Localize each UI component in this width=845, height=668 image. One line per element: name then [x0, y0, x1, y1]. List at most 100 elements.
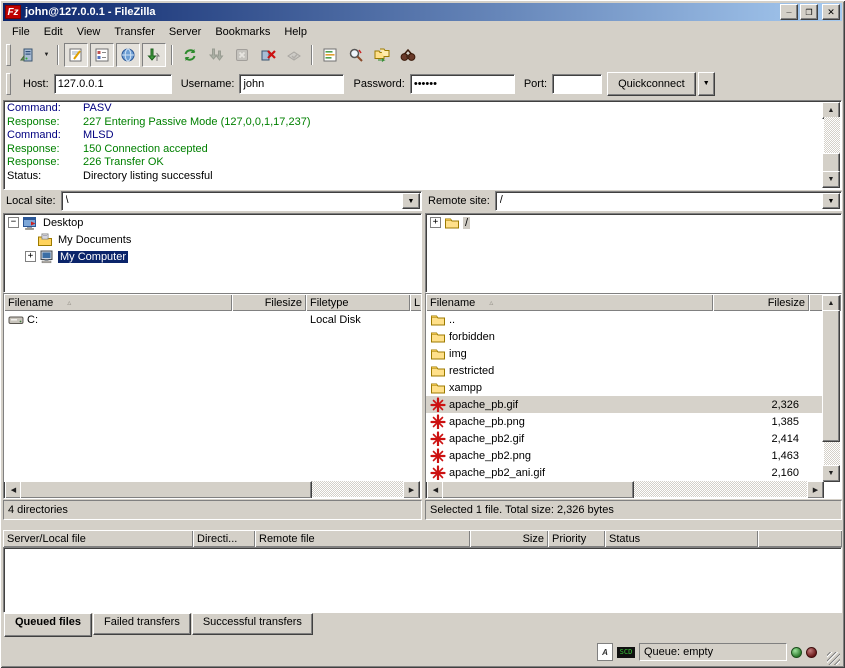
- transfer-type-icon[interactable]: A: [597, 643, 613, 661]
- remote-hscrollbar[interactable]: [427, 481, 824, 497]
- search-icon: [348, 47, 364, 63]
- directory-comparison-icon: [322, 47, 338, 63]
- disconnect-button[interactable]: [256, 43, 280, 67]
- table-row[interactable]: forbidden: [426, 328, 825, 345]
- log-line-text: 226 Transfer OK: [83, 156, 164, 170]
- scroll-down-icon[interactable]: [822, 465, 840, 482]
- scroll-right-icon[interactable]: [403, 481, 420, 499]
- table-row[interactable]: apache_pb.png1,385: [426, 413, 825, 430]
- cell-filename: apache_pb.gif: [426, 397, 713, 412]
- local-tree-item[interactable]: My Documents: [4, 231, 421, 248]
- column-header-filesize[interactable]: Filesize: [232, 294, 306, 311]
- menu-server[interactable]: Server: [162, 24, 208, 40]
- quickconnect-dropdown-button[interactable]: [698, 72, 715, 96]
- refresh-button[interactable]: [178, 43, 202, 67]
- menu-bookmarks[interactable]: Bookmarks: [208, 24, 277, 40]
- remote-tree-toggle-button[interactable]: [116, 43, 140, 67]
- remote-list-body: ..forbiddenimgrestrictedxamppapache_pb.g…: [426, 311, 825, 482]
- synchronized-browsing-button[interactable]: [370, 43, 394, 67]
- scroll-thumb[interactable]: [822, 153, 840, 173]
- remote-site-combo[interactable]: /: [495, 191, 842, 211]
- directory-comparison-button[interactable]: [318, 43, 342, 67]
- scroll-thumb[interactable]: [822, 310, 840, 442]
- scroll-down-icon[interactable]: [822, 171, 840, 188]
- table-row[interactable]: xampp: [426, 379, 825, 396]
- column-header-filetype[interactable]: Filetype: [306, 294, 410, 311]
- log-line: Command:PASV: [7, 102, 823, 116]
- port-input[interactable]: [552, 74, 602, 94]
- tab-successful-transfers[interactable]: Successful transfers: [192, 613, 313, 635]
- reconnect-button[interactable]: [282, 43, 306, 67]
- tab-queued-files[interactable]: Queued files: [4, 613, 92, 637]
- table-row[interactable]: ..: [426, 311, 825, 328]
- table-row[interactable]: apache_pb.gif2,326: [426, 396, 825, 413]
- username-input[interactable]: [239, 74, 344, 94]
- menu-help[interactable]: Help: [277, 24, 314, 40]
- title-bar[interactable]: Fz john@127.0.0.1 - FileZilla: [3, 3, 842, 21]
- site-manager-button[interactable]: [15, 43, 39, 67]
- scroll-right-icon[interactable]: [807, 481, 824, 499]
- remote-vscrollbar[interactable]: [824, 295, 840, 482]
- column-header-filename[interactable]: Filename: [4, 294, 232, 311]
- host-input[interactable]: [54, 74, 172, 94]
- remote-pane: Remote site: / +/ FilenameFilesize ..for…: [425, 190, 842, 528]
- table-row[interactable]: C:Local Disk: [4, 311, 421, 328]
- cell-filetype: Local Disk: [306, 314, 410, 326]
- queue-column-status[interactable]: Status: [605, 530, 758, 547]
- table-row[interactable]: apache_pb2.png1,463: [426, 447, 825, 464]
- column-header-filesize[interactable]: Filesize: [713, 294, 809, 311]
- message-log-toggle-icon: [68, 47, 84, 63]
- speed-limit-icon[interactable]: SCD: [617, 647, 635, 658]
- queue-column-directi-[interactable]: Directi...: [193, 530, 255, 547]
- table-row[interactable]: apache_pb2.gif2,414: [426, 430, 825, 447]
- scroll-thumb[interactable]: [442, 481, 634, 499]
- column-header-l[interactable]: L: [410, 294, 422, 311]
- menu-file[interactable]: File: [5, 24, 37, 40]
- menu-view[interactable]: View: [70, 24, 108, 40]
- cell-filename: forbidden: [426, 329, 713, 344]
- window-title: john@127.0.0.1 - FileZilla: [25, 6, 778, 18]
- log-line: Response:150 Connection accepted: [7, 143, 823, 157]
- queue-toggle-button[interactable]: [142, 43, 166, 67]
- tab-failed-transfers[interactable]: Failed transfers: [93, 613, 191, 635]
- menu-transfer[interactable]: Transfer: [107, 24, 162, 40]
- chevron-down-icon[interactable]: [402, 193, 420, 209]
- column-header-filename[interactable]: Filename: [426, 294, 713, 311]
- queue-status-field: Queue: empty: [639, 643, 787, 661]
- scroll-thumb[interactable]: [20, 481, 312, 499]
- local-site-combo[interactable]: \: [61, 191, 422, 211]
- chevron-down-icon[interactable]: [822, 193, 840, 209]
- maximize-button[interactable]: [800, 4, 818, 20]
- log-scrollbar[interactable]: [824, 102, 840, 188]
- log-line-text: 150 Connection accepted: [83, 143, 208, 157]
- folder-icon: [430, 346, 446, 361]
- expander-minus-icon[interactable]: −: [8, 217, 19, 228]
- close-button[interactable]: [822, 4, 840, 20]
- password-input[interactable]: [410, 74, 515, 94]
- local-hscrollbar[interactable]: [5, 481, 420, 497]
- local-tree-toggle-button[interactable]: [90, 43, 114, 67]
- expander-plus-icon[interactable]: +: [25, 251, 36, 262]
- queue-column-size[interactable]: Size: [470, 530, 548, 547]
- queue-column-remote-file[interactable]: Remote file: [255, 530, 470, 547]
- queue-column-server-local-file[interactable]: Server/Local file: [3, 530, 193, 547]
- quickconnect-button[interactable]: Quickconnect: [607, 72, 696, 96]
- process-queue-button[interactable]: [204, 43, 228, 67]
- menu-edit[interactable]: Edit: [37, 24, 70, 40]
- remote-tree-item[interactable]: +/: [426, 214, 841, 231]
- site-manager-dropdown-button[interactable]: [40, 44, 53, 66]
- activity-led-red-icon: [806, 647, 817, 658]
- table-row[interactable]: img: [426, 345, 825, 362]
- cancel-button[interactable]: [230, 43, 254, 67]
- search-button[interactable]: [344, 43, 368, 67]
- message-log-toggle-button[interactable]: [64, 43, 88, 67]
- minimize-button[interactable]: [780, 4, 798, 20]
- local-tree-item[interactable]: +My Computer: [4, 248, 421, 265]
- table-row[interactable]: apache_pb2_ani.gif2,160: [426, 464, 825, 481]
- queue-column-priority[interactable]: Priority: [548, 530, 605, 547]
- table-row[interactable]: restricted: [426, 362, 825, 379]
- expander-plus-icon[interactable]: +: [430, 217, 441, 228]
- local-tree-item[interactable]: −Desktop: [4, 214, 421, 231]
- resize-grip[interactable]: [827, 652, 840, 665]
- filter-button[interactable]: [396, 43, 420, 67]
